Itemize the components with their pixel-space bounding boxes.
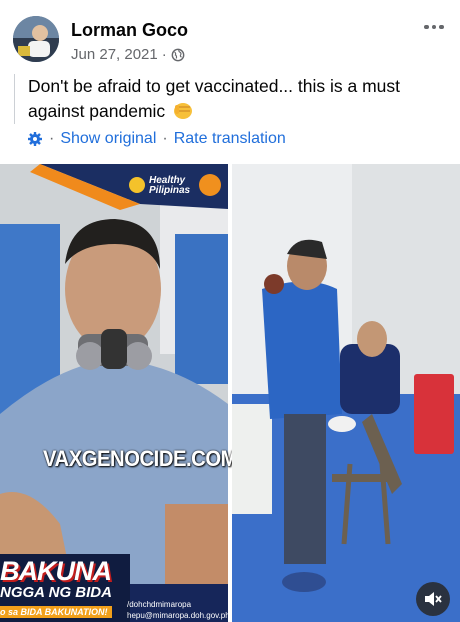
author-avatar[interactable] bbox=[13, 16, 59, 62]
more-options-button[interactable] bbox=[422, 20, 446, 34]
contact-facebook: /dohchdmimaropa bbox=[127, 600, 192, 609]
brand-text: Healthy Pilipinas bbox=[149, 175, 191, 196]
watermark-text: VAXGENOCIDE.COM bbox=[43, 446, 238, 471]
banner-line-2: NGGA NG BIDA bbox=[0, 584, 112, 601]
left-photo[interactable]: Healthy Pilipinas bbox=[0, 164, 228, 622]
contact-email: hepu@mimaropa.doh.gov.ph bbox=[127, 611, 230, 620]
author-name[interactable]: Lorman Goco bbox=[71, 20, 188, 41]
banner-bakuna: BAKUNA bbox=[0, 556, 112, 586]
translation-separator: · bbox=[49, 130, 55, 147]
speaker-muted-icon bbox=[425, 592, 442, 606]
translation-row: · Show original · Rate translation bbox=[27, 130, 286, 148]
punch-emoji-icon bbox=[174, 103, 193, 119]
post-date[interactable]: Jun 27, 2021 bbox=[71, 46, 158, 63]
post-header: Lorman Goco Jun 27, 2021 · bbox=[0, 0, 460, 72]
rate-translation-link[interactable]: Rate translation bbox=[174, 130, 286, 148]
gear-icon[interactable] bbox=[27, 131, 43, 147]
show-original-link[interactable]: Show original bbox=[60, 130, 156, 148]
post-meta: Jun 27, 2021 · bbox=[71, 46, 185, 63]
post-text-content: Don't be afraid to get vaccinated... thi… bbox=[28, 76, 401, 121]
banner-line-3: o sa BIDA BAKUNATION! bbox=[0, 606, 112, 618]
post-text: Don't be afraid to get vaccinated... thi… bbox=[28, 74, 448, 124]
date-separator: · bbox=[161, 46, 167, 63]
right-video[interactable] bbox=[232, 164, 460, 622]
translation-separator: · bbox=[162, 130, 168, 147]
post-text-block: Don't be afraid to get vaccinated... thi… bbox=[14, 74, 447, 124]
mute-button[interactable] bbox=[416, 582, 450, 616]
globe-icon bbox=[171, 48, 185, 61]
